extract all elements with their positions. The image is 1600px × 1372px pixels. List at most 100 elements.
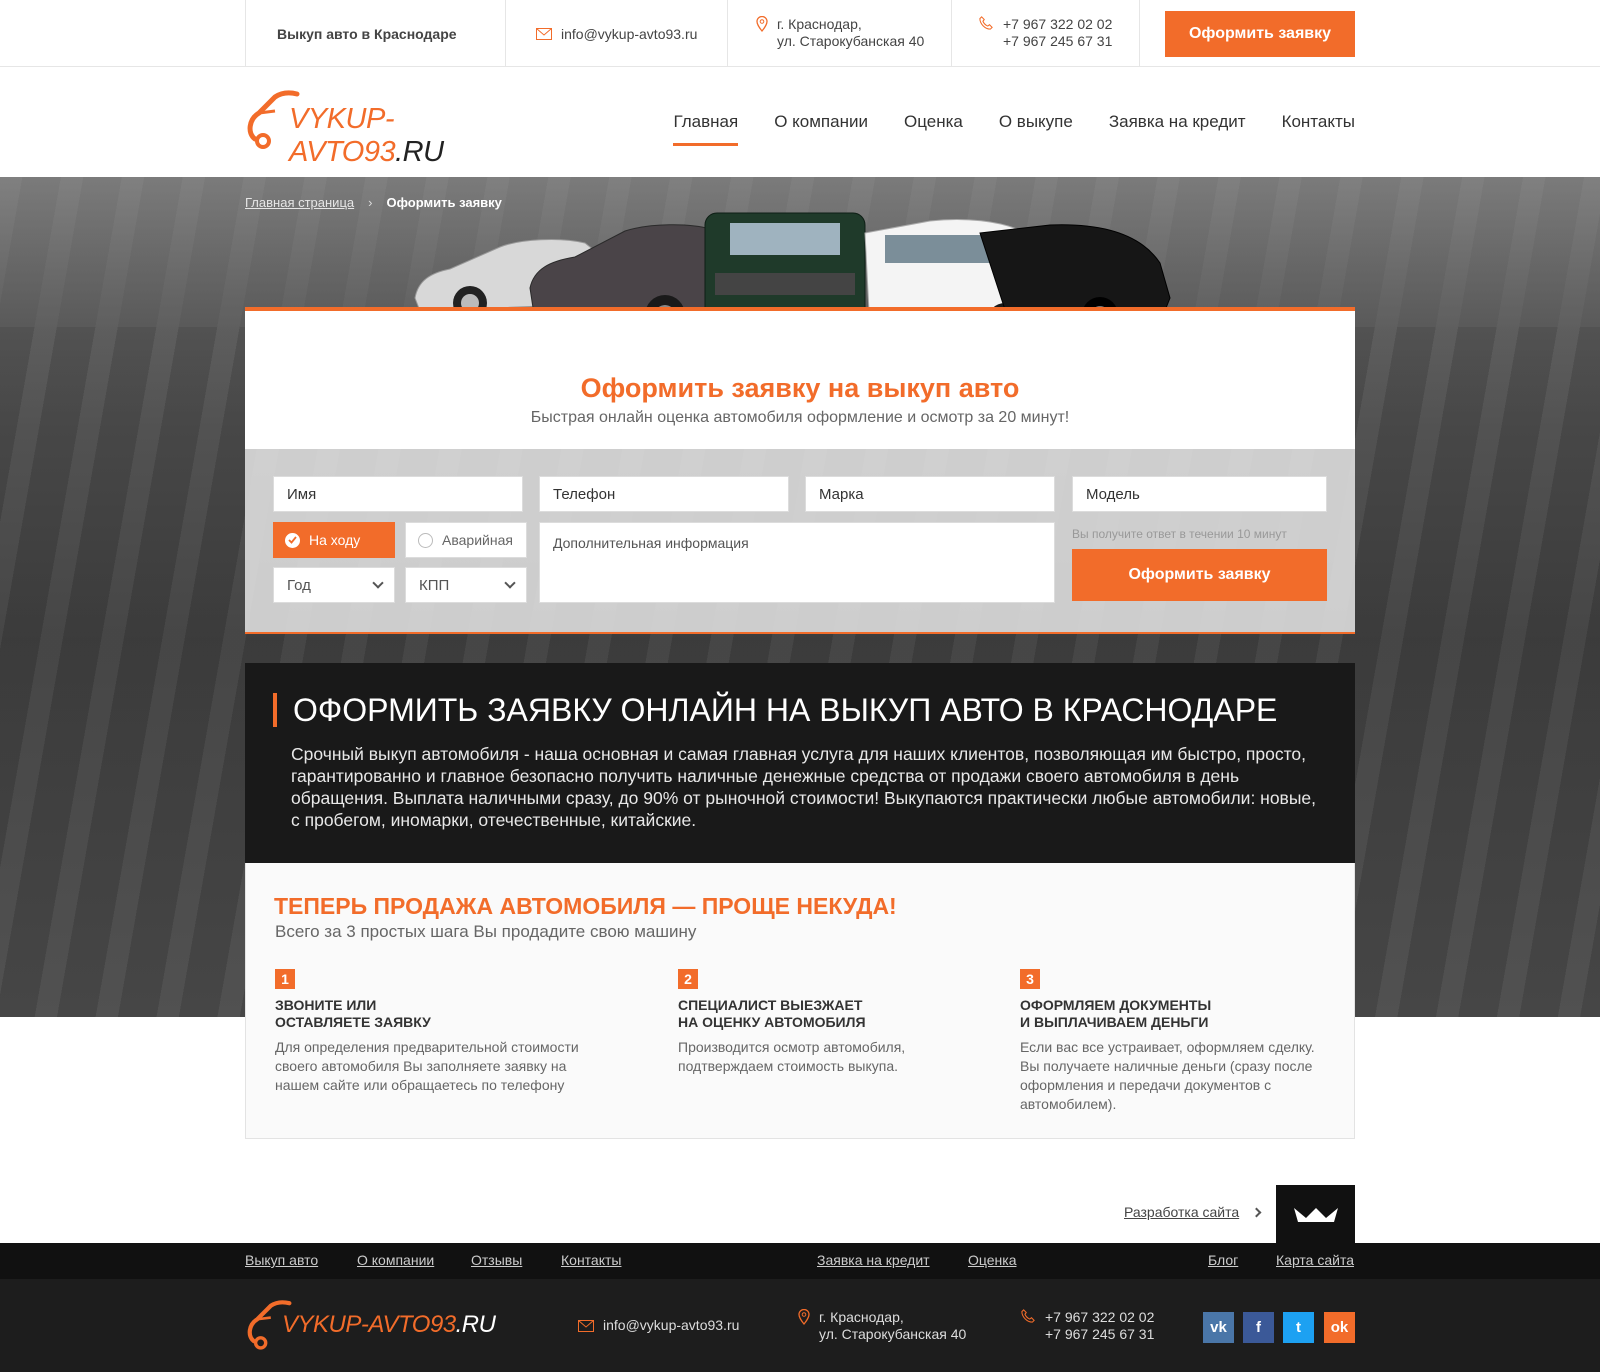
step-text: Производится осмотр автомобиля, подтверж… [678,1039,906,1074]
submit-application-button[interactable]: Оформить заявку [1072,549,1327,601]
check-icon [285,532,300,548]
site-logo[interactable]: VYKUP-AVTO93.RU [245,89,545,168]
footer-email-text: info@vykup-avto93.ru [603,1317,740,1333]
top-phones: +7 967 322 02 02 +7 967 245 67 31 [951,0,1139,67]
step-number: 3 [1020,969,1040,989]
nav-contacts[interactable]: Контакты [1282,102,1355,142]
footer-nav-link[interactable]: Контакты [561,1252,621,1268]
step-item: 1 ЗВОНИТЕ ИЛИ ОСТАВЛЯЕТЕ ЗАЯВКУ Для опред… [275,969,605,1095]
step-text: Если вас все устраивает, оформляем сделк… [1020,1039,1315,1112]
phone-icon [1021,1309,1035,1323]
radio-empty-icon [418,532,433,548]
footer-address-line1: г. Краснодар, [819,1309,904,1325]
footer-nav-link[interactable]: Блог [1208,1252,1238,1268]
main-nav: Главная О компании Оценка О выкупе Заявка на… [637,67,1355,177]
nav-buyout[interactable]: О выкупе [999,102,1073,142]
chevron-down-icon [372,577,384,589]
radio-running-label: На ходу [309,532,361,548]
gearbox-select[interactable]: КПП [405,567,527,603]
crown-logo-icon [1293,1208,1338,1222]
gearbox-select-value: КПП [419,576,450,594]
year-select-value: Год [287,576,311,594]
nav-valuation[interactable]: Оценка [904,102,963,142]
footer-nav-link[interactable]: Оценка [968,1252,1017,1268]
location-pin-icon [798,1309,810,1325]
step-item: 2 СПЕЦИАЛИСТ ВЫЕЗЖАЕТ НА ОЦЕНКУ АВТОМОБИЛ… [678,969,1008,1076]
info-block: ОФОРМИТЬ ЗАЯВКУ ОНЛАЙН НА ВЫКУП АВТО В К… [245,663,1355,863]
twitter-icon[interactable]: t [1283,1312,1314,1343]
step-number: 1 [275,969,295,989]
form-title: Оформить заявку на выкуп авто [580,373,1020,403]
main-header: VYKUP-AVTO93.RU Главная О компании Оценка О… [0,67,1600,177]
mail-icon [578,1320,594,1332]
odnoklassniki-icon[interactable]: ok [1324,1312,1355,1343]
extra-info-textarea[interactable]: Дополнительная информация [539,522,1055,603]
name-input[interactable]: Имя [273,476,523,512]
response-hint: Вы получите ответ в течении 10 минут [1072,527,1287,541]
top-email-text: info@vykup-avto93.ru [561,25,698,42]
footer-phone-1[interactable]: +7 967 322 02 02 [1045,1309,1154,1326]
step-item: 3 ОФОРМЛЯЕМ ДОКУМЕНТЫ И ВЫПЛАЧИВАЕМ ДЕНЬГ… [1020,969,1350,1114]
radio-running[interactable]: На ходу [273,522,395,558]
footer-nav: Выкуп авто О компании Отзывы Контакты Заявка… [0,1243,1600,1279]
nav-credit[interactable]: Заявка на кредит [1109,102,1246,142]
step-number: 2 [678,969,698,989]
steps-subtitle: Всего за 3 простых шага Вы продадите сво… [275,922,697,941]
top-phone-2[interactable]: +7 967 245 67 31 [1003,33,1112,50]
step-text: Для определения предварительной стоимост… [275,1039,579,1093]
steps-section: ТЕПЕРЬ ПРОДАЖА АВТОМОБИЛЯ — ПРОЩЕ НЕКУДА… [245,863,1355,1139]
top-divider [1139,0,1140,67]
facebook-icon[interactable]: f [1243,1312,1274,1343]
footer-address: г. Краснодар, ул. Старокубанская 40 [798,1309,966,1343]
top-email[interactable]: info@vykup-avto93.ru [505,0,727,67]
top-address-line2: ул. Старокубанская 40 [777,33,925,49]
phone-input[interactable]: Телефон [539,476,789,512]
site-tagline: Выкуп авто в Краснодаре [245,0,505,67]
form-subtitle: Быстрая онлайн оценка автомобиля оформле… [530,409,1070,426]
form-fields: Имя Телефон Марка Модель На ходу Аварийн… [245,449,1355,634]
footer-logo[interactable]: VYKUP-AVTO93.RU [245,1299,505,1353]
chevron-right-icon [1251,1207,1262,1218]
top-address-line1: г. Краснодар, [777,16,862,32]
footer-logo-text: VYKUP-AVTO93.RU [282,1311,496,1338]
breadcrumb-home-link[interactable]: Главная страница [245,195,354,210]
footer-phones: +7 967 322 02 02 +7 967 245 67 31 [1020,1309,1154,1343]
chevron-down-icon [504,577,516,589]
top-apply-button[interactable]: Оформить заявку [1165,11,1355,57]
footer-nav-link[interactable]: Карта сайта [1276,1252,1354,1268]
top-bar: Выкуп авто в Краснодаре info@vykup-avto9… [0,0,1600,67]
step-title: ОФОРМЛЯЕМ ДОКУМЕНТЫ И ВЫПЛАЧИВАЕМ ДЕНЬГИ [1020,997,1212,1030]
form-header: Оформить заявку на выкуп авто Быстрая он… [245,307,1355,449]
location-pin-icon [756,16,768,32]
radio-damaged[interactable]: Аварийная [405,522,527,558]
step-title: ЗВОНИТЕ ИЛИ ОСТАВЛЯЕТЕ ЗАЯВКУ [275,997,431,1030]
footer-nav-link[interactable]: О компании [357,1252,434,1268]
radio-damaged-label: Аварийная [442,532,513,548]
top-phone-1[interactable]: +7 967 322 02 02 [1003,16,1112,33]
application-form-card: Оформить заявку на выкуп авто Быстрая он… [245,307,1355,634]
developer-link[interactable]: Разработка сайта [1124,1204,1239,1220]
mail-icon [536,27,552,40]
footer-phone-2[interactable]: +7 967 245 67 31 [1045,1326,1154,1343]
step-title: СПЕЦИАЛИСТ ВЫЕЗЖАЕТ НА ОЦЕНКУ АВТОМОБИЛЯ [678,997,866,1030]
logo-text: VYKUP-AVTO93.RU [289,103,444,168]
model-input[interactable]: Модель [1072,476,1327,512]
info-title: ОФОРМИТЬ ЗАЯВКУ ОНЛАЙН НА ВЫКУП АВТО В К… [273,693,1277,727]
footer: VYKUP-AVTO93.RU info@vykup-avto93.ru г. … [0,1279,1600,1372]
developer-logo[interactable] [1276,1185,1355,1243]
phone-icon [979,16,993,30]
breadcrumb-separator-icon: › [368,195,373,210]
year-select[interactable]: Год [273,567,395,603]
top-address: г. Краснодар, ул. Старокубанская 40 [727,0,951,67]
footer-address-line2: ул. Старокубанская 40 [819,1326,967,1342]
vk-icon[interactable]: vk [1203,1312,1234,1343]
footer-nav-link[interactable]: Отзывы [471,1252,522,1268]
nav-home[interactable]: Главная [673,102,738,146]
footer-nav-link[interactable]: Заявка на кредит [817,1252,930,1268]
info-text: Срочный выкуп автомобиля - наша основная… [291,744,1317,830]
nav-about[interactable]: О компании [774,102,868,142]
footer-email[interactable]: info@vykup-avto93.ru [578,1317,739,1334]
brand-input[interactable]: Марка [805,476,1055,512]
steps-title: ТЕПЕРЬ ПРОДАЖА АВТОМОБИЛЯ — ПРОЩЕ НЕКУДА… [274,893,897,919]
footer-nav-link[interactable]: Выкуп авто [245,1252,318,1268]
